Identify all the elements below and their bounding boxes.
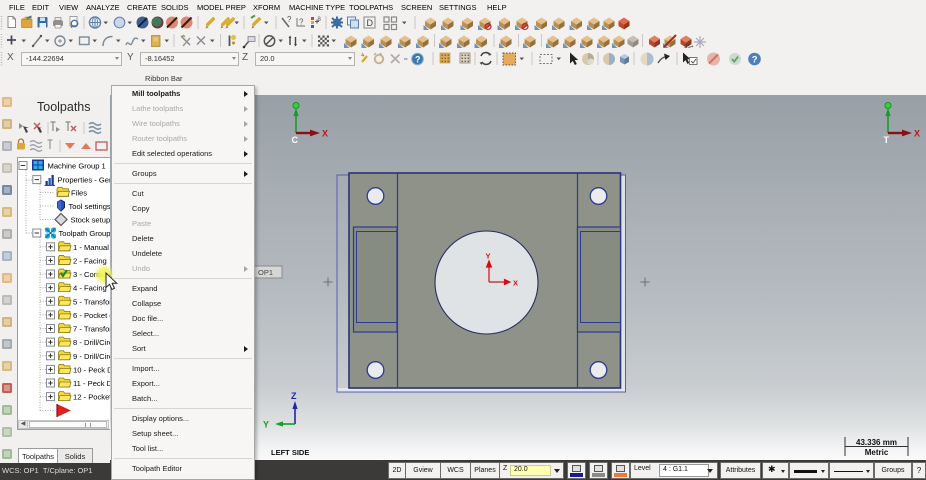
svg-text:Metric: Metric <box>865 448 889 457</box>
svg-text:?: ? <box>287 15 292 24</box>
svg-text:Properties - Gener: Properties - Gener <box>57 176 110 185</box>
svg-text:T: T <box>884 135 890 145</box>
svg-text:43.336 mm: 43.336 mm <box>856 438 897 447</box>
svg-text:C: C <box>292 135 299 145</box>
svg-text:OP1: OP1 <box>258 268 273 277</box>
svg-text:Y: Y <box>263 420 269 430</box>
svg-text:?: ? <box>299 18 304 27</box>
svg-text:Tool settings: Tool settings <box>68 202 110 211</box>
svg-text:Files: Files <box>71 188 87 197</box>
svg-text:X: X <box>914 129 920 139</box>
svg-text:6 - Pocket (St: 6 - Pocket (St <box>73 311 110 320</box>
svg-text:Toolpath Group-1: Toolpath Group-1 <box>58 229 110 238</box>
svg-text:8 - Drill/Circle: 8 - Drill/Circle <box>73 338 110 347</box>
svg-text:9 - Drill/Circle: 9 - Drill/Circle <box>73 352 110 361</box>
svg-text:X: X <box>322 129 328 139</box>
svg-text:Y: Y <box>486 252 491 261</box>
svg-text:SS+: SS+ <box>684 44 694 50</box>
svg-text:X: X <box>513 279 518 288</box>
svg-text:Z: Z <box>291 391 297 401</box>
svg-text:?: ? <box>415 55 421 65</box>
svg-text:Machine Group 1: Machine Group 1 <box>47 162 105 171</box>
svg-text:10 - Peck Drill: 10 - Peck Drill <box>73 365 110 374</box>
svg-text:D: D <box>367 18 374 28</box>
svg-text:?: ? <box>752 55 758 66</box>
svg-text:LEFT SIDE: LEFT SIDE <box>271 448 309 457</box>
svg-text:Stock setup: Stock setup <box>70 216 110 225</box>
svg-text:12 - Pocket (S: 12 - Pocket (S <box>73 393 110 402</box>
svg-text:11 - Peck Drill: 11 - Peck Drill <box>73 379 110 388</box>
svg-text:1 - Manual En: 1 - Manual En <box>73 243 110 252</box>
svg-text:7 - Transform: 7 - Transform <box>73 325 110 334</box>
